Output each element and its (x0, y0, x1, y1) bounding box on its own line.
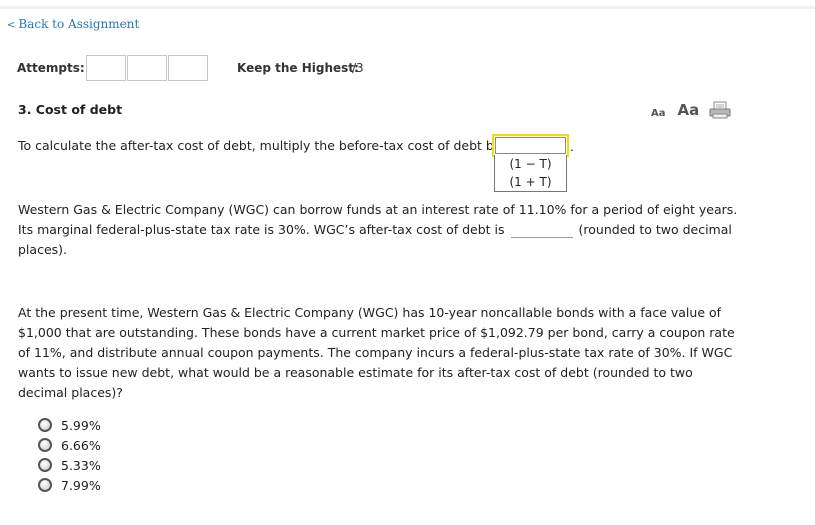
answer-option[interactable]: 6.66% (38, 435, 101, 455)
chevron-left-icon: < (7, 20, 16, 31)
attempt-box-3 (168, 55, 208, 81)
multiplier-dropdown-list: (1 − T) (1 + T) (494, 155, 567, 192)
question-tools: Aa Aa (651, 101, 731, 119)
multiplier-dropdown[interactable] (492, 134, 569, 157)
answer-options: 5.99% 6.66% 5.33% 7.99% (38, 415, 101, 495)
answer-option-label: 5.99% (61, 417, 101, 433)
answer-option-label: 6.66% (61, 437, 101, 453)
part1-prompt: To calculate the after-tax cost of debt,… (18, 138, 502, 153)
increase-font-button[interactable]: Aa (678, 101, 700, 119)
dropdown-option-one-minus-t[interactable]: (1 − T) (495, 155, 566, 173)
answer-option[interactable]: 7.99% (38, 475, 101, 495)
keep-highest-label: Keep the Highest: (237, 61, 359, 75)
answer-option-label: 5.33% (61, 457, 101, 473)
decrease-font-button[interactable]: Aa (651, 108, 666, 119)
radio-button[interactable] (38, 478, 52, 492)
top-divider (0, 6, 815, 9)
part3-prompt: At the present time, Western Gas & Elect… (18, 305, 735, 400)
answer-option-label: 7.99% (61, 477, 101, 493)
radio-button[interactable] (38, 418, 52, 432)
after-tax-cost-answer-field[interactable] (510, 223, 573, 238)
answer-option[interactable]: 5.99% (38, 415, 101, 435)
dropdown-selected-value (495, 137, 566, 154)
part1-period: . (570, 140, 574, 154)
back-link-label: Back to Assignment (18, 17, 140, 31)
printer-icon[interactable] (709, 101, 731, 119)
attempt-indicator (86, 55, 209, 81)
answer-option[interactable]: 5.33% (38, 455, 101, 475)
back-to-assignment-link[interactable]: < Back to Assignment (7, 17, 139, 31)
attempts-label: Attempts: (17, 61, 85, 75)
attempt-box-1 (86, 55, 126, 81)
dropdown-option-one-plus-t[interactable]: (1 + T) (495, 173, 566, 191)
keep-highest-score: /3 (352, 61, 364, 75)
radio-button[interactable] (38, 458, 52, 472)
attempt-box-2 (127, 55, 167, 81)
part2-prompt: Western Gas & Electric Company (WGC) can… (18, 200, 738, 260)
radio-button[interactable] (38, 438, 52, 452)
question-title: 3. Cost of debt (18, 102, 123, 117)
